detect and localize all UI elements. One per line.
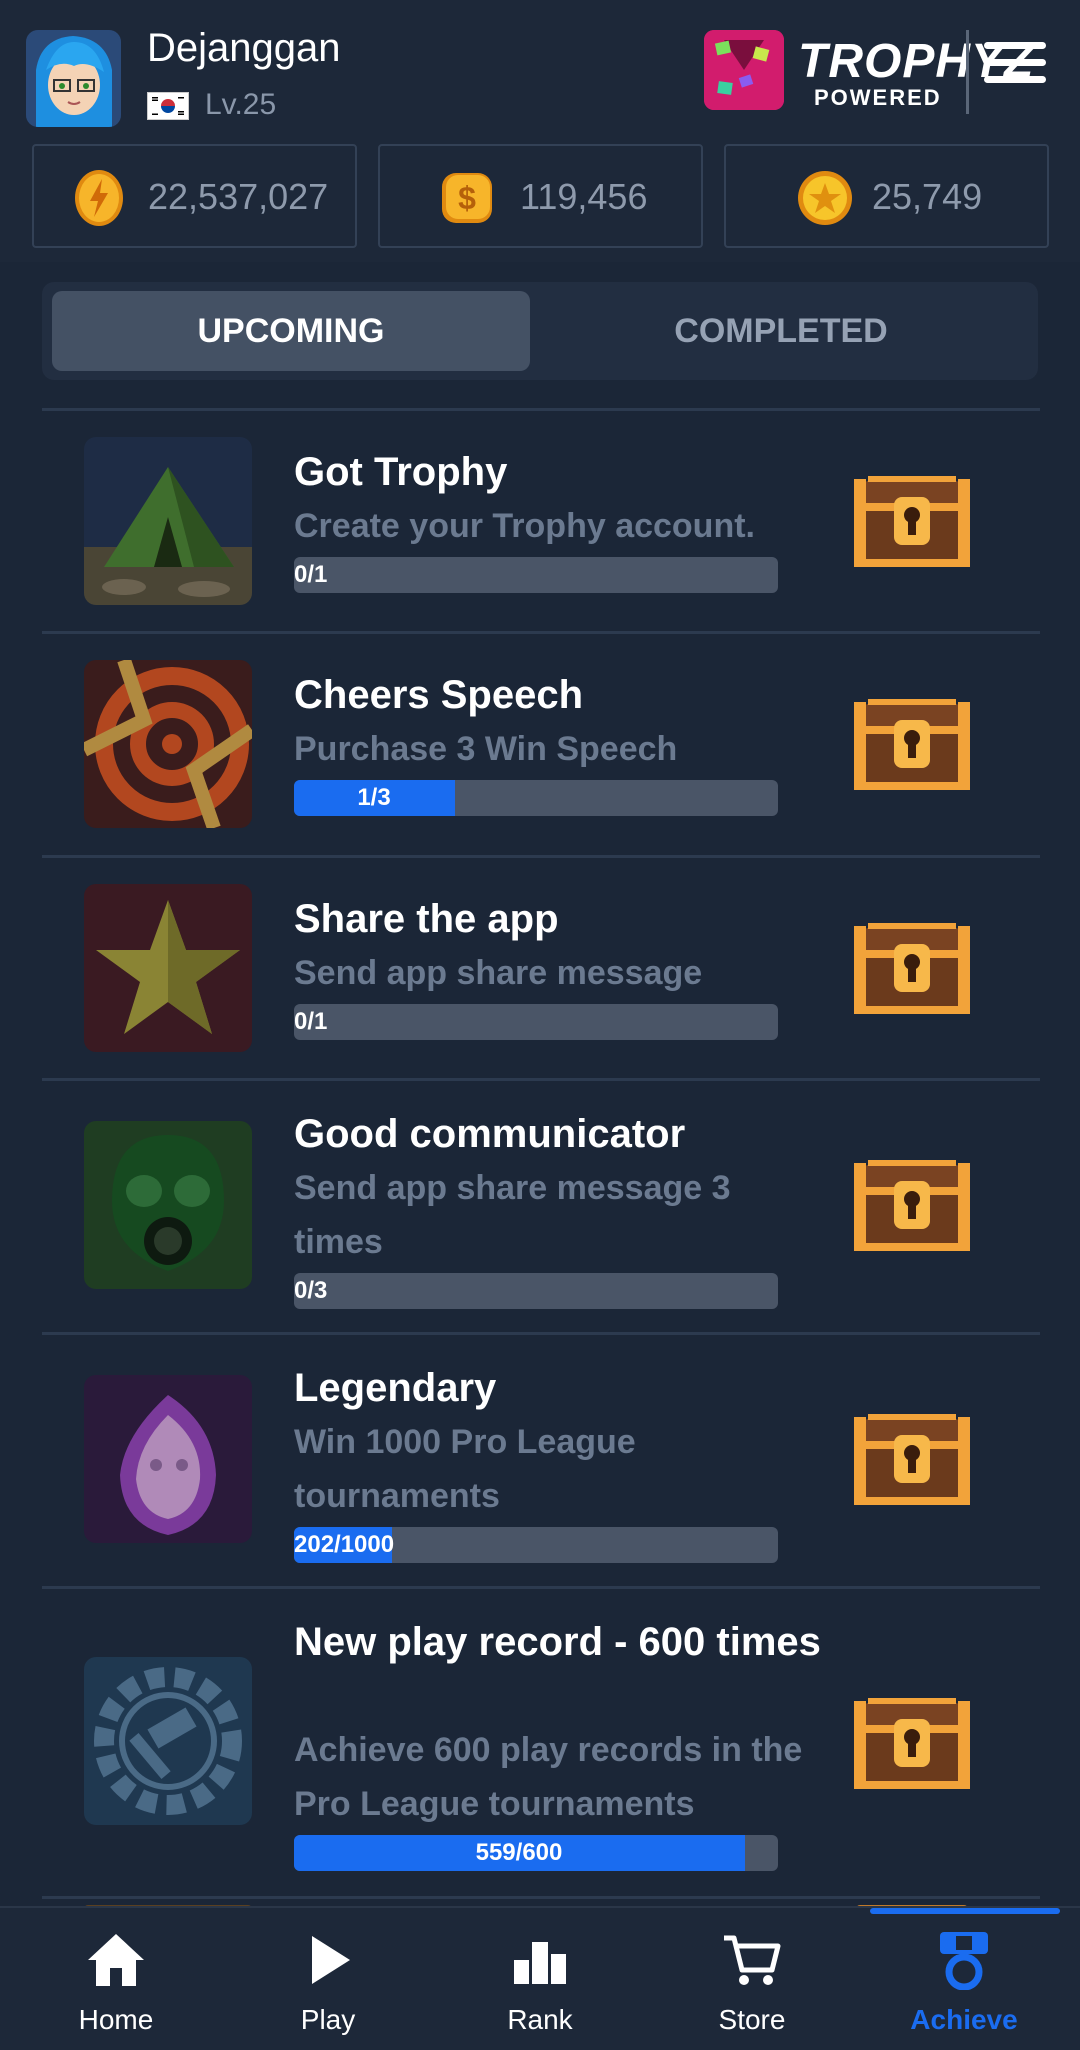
currency-dollar: $ 119,456 xyxy=(378,144,703,248)
cart-icon xyxy=(724,1935,781,1985)
brand-subtitle: POWERED xyxy=(814,85,942,110)
trophyz-brand: TROPHYZ POWERED xyxy=(704,30,1033,114)
list-item[interactable]: Cheers Speech Purchase 3 Win Speech 1/3 xyxy=(42,631,1040,855)
username: Dejanggan xyxy=(147,26,341,70)
treasure-chest-icon[interactable] xyxy=(850,475,974,571)
list-item[interactable]: Share the app Send app share message 0/1 xyxy=(42,855,1040,1078)
nav-label: Home xyxy=(78,2004,154,2035)
progress-bar: 0/1 xyxy=(294,557,778,593)
avatar[interactable] xyxy=(26,30,121,127)
progress-text: 1/3 xyxy=(357,784,391,811)
divider xyxy=(966,30,969,114)
currency-value: 22,537,027 xyxy=(148,176,329,217)
star-icon xyxy=(84,884,252,1052)
progress-text: 0/3 xyxy=(294,1277,328,1304)
currency-energy: 22,537,027 xyxy=(32,144,357,248)
trophyz-logo-icon xyxy=(704,30,784,110)
achievement-description: Send app share message 3 times xyxy=(294,1169,731,1261)
achievement-tabs: UPCOMING COMPLETED xyxy=(42,282,1038,380)
list-item[interactable]: Got Trophy Create your Trophy account. 0… xyxy=(42,408,1040,631)
treasure-chest-icon[interactable] xyxy=(850,1159,974,1255)
nav-label: Achieve xyxy=(910,2004,1018,2035)
achievement-title: Legendary xyxy=(294,1366,497,1410)
achievement-title: New play record - 600 times xyxy=(294,1620,821,1664)
treasure-chest-icon[interactable] xyxy=(850,698,974,794)
progress-bar: 559/600 xyxy=(294,1835,778,1871)
progress-text: 559/600 xyxy=(475,1839,563,1866)
tent-icon xyxy=(84,437,252,605)
rank-icon xyxy=(514,1942,566,1984)
list-item[interactable]: Legendary Win 1000 Pro League tournament… xyxy=(42,1332,1040,1586)
ghost-flame-icon xyxy=(84,1375,252,1543)
gas-mask-icon xyxy=(84,1121,252,1289)
treasure-chest-icon[interactable] xyxy=(850,922,974,1018)
list-item[interactable]: Good communicator Send app share message… xyxy=(42,1078,1040,1332)
top-header: Dejanggan Lv.25 TROPHYZ POWERED 22,537,0… xyxy=(0,0,1080,262)
currency-star: 25,749 xyxy=(724,144,1049,248)
svg-text:$: $ xyxy=(458,180,476,216)
nav-home[interactable]: Home xyxy=(16,1908,216,2050)
medal-icon xyxy=(940,1932,988,1990)
achievement-description: Purchase 3 Win Speech xyxy=(294,730,678,768)
nav-label: Rank xyxy=(507,2004,573,2035)
treasure-chest-icon[interactable] xyxy=(850,1697,974,1793)
nav-achieve[interactable]: Achieve xyxy=(864,1908,1064,2050)
progress-text: 0/1 xyxy=(294,1008,328,1035)
achievement-title: Cheers Speech xyxy=(294,673,584,717)
list-item[interactable] xyxy=(42,1896,1040,1906)
currency-value: 119,456 xyxy=(520,176,648,217)
achievement-description: Send app share message xyxy=(294,954,703,992)
treasure-chest-icon[interactable] xyxy=(850,1413,974,1509)
home-icon xyxy=(88,1934,144,1986)
nav-play[interactable]: Play xyxy=(228,1908,428,2050)
player-level: Lv.25 xyxy=(205,88,277,121)
nav-store[interactable]: Store xyxy=(652,1908,852,2050)
progress-bar: 0/1 xyxy=(294,1004,778,1040)
target-icon xyxy=(84,660,252,828)
progress-text: 0/1 xyxy=(294,561,328,588)
nav-label: Play xyxy=(300,2004,356,2035)
achievement-description: Win 1000 Pro League tournaments xyxy=(294,1423,636,1515)
tab-upcoming[interactable]: UPCOMING xyxy=(52,291,530,371)
progress-bar: 1/3 xyxy=(294,780,778,816)
list-item[interactable]: New play record - 600 times Achieve 600 … xyxy=(42,1586,1040,1896)
tab-completed[interactable]: COMPLETED xyxy=(542,291,1020,371)
energy-coin-icon xyxy=(75,170,123,226)
progress-bar: 202/1000 xyxy=(294,1527,778,1563)
nav-rank[interactable]: Rank xyxy=(440,1908,640,2050)
progress-bar: 0/3 xyxy=(294,1273,778,1309)
hamburger-menu-icon[interactable] xyxy=(984,42,1046,88)
bottom-navigation: Home Play Rank Store Achieve xyxy=(0,1906,1080,2050)
achievement-title: Good communicator xyxy=(294,1112,686,1156)
achievement-title: Share the app xyxy=(294,897,559,941)
korea-flag-icon xyxy=(147,92,189,120)
dollar-coin-icon: $ xyxy=(442,173,492,223)
achievement-title: Got Trophy xyxy=(294,450,508,494)
achievement-description: Create your Trophy account. xyxy=(294,507,755,545)
progress-text: 202/1000 xyxy=(294,1531,395,1558)
play-icon xyxy=(312,1936,350,1984)
star-coin-icon xyxy=(798,171,852,225)
achievement-list[interactable]: Got Trophy Create your Trophy account. 0… xyxy=(42,408,1040,1906)
achievement-description: Achieve 600 play records in the Pro Leag… xyxy=(294,1731,803,1823)
nav-label: Store xyxy=(718,2004,786,2035)
gear-hammer-icon xyxy=(84,1657,252,1825)
currency-value: 25,749 xyxy=(872,176,983,217)
